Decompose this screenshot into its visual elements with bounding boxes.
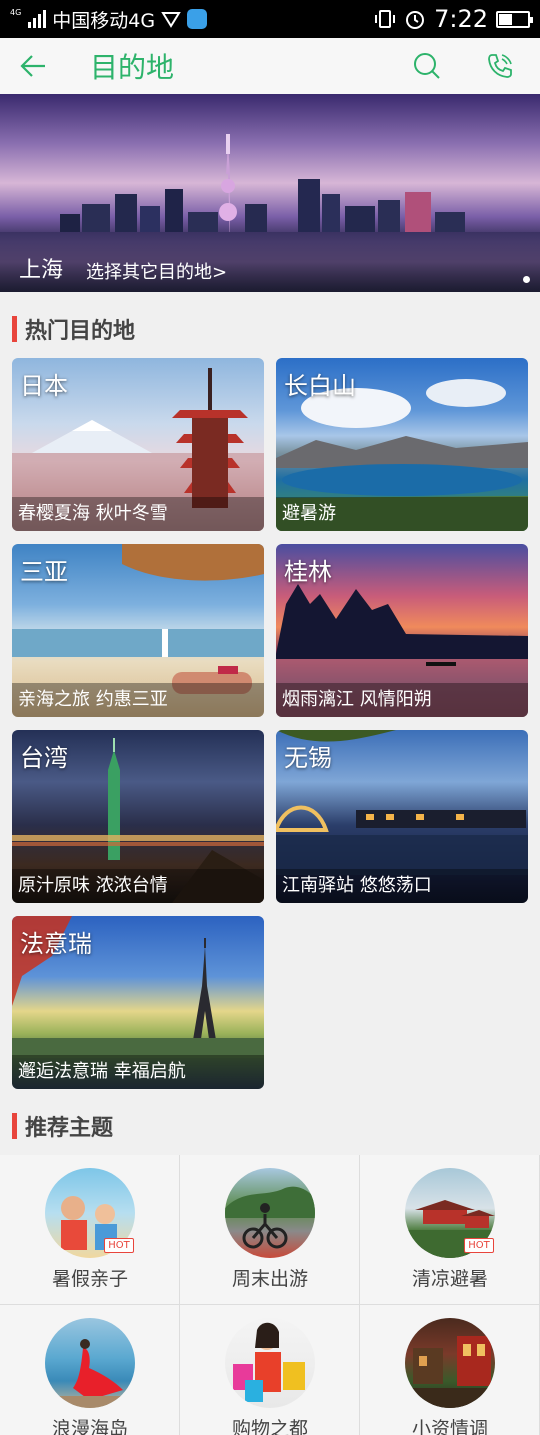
network-type-label: 4G	[10, 8, 22, 17]
battery-icon	[496, 10, 533, 28]
carousel-indicator	[523, 276, 530, 283]
vibrate-icon	[375, 10, 396, 28]
theme-item-romantic-island[interactable]: 浪漫海岛	[0, 1305, 180, 1435]
destination-subtitle: 烟雨漓江 风情阳朔	[282, 689, 432, 710]
recommended-themes-header: 推荐主题	[0, 1103, 540, 1149]
cafe-icon	[405, 1318, 495, 1408]
skyline-image	[60, 134, 465, 244]
destination-card-france-italy-switzerland[interactable]: 法意瑞 邂逅法意瑞 幸福启航	[12, 916, 264, 1089]
app-notification-icon	[187, 9, 208, 29]
phone-icon[interactable]	[480, 38, 520, 94]
clock: 7:22	[434, 5, 488, 33]
top-app-bar: 目的地	[0, 38, 540, 94]
section-accent-bar	[12, 1113, 17, 1139]
island-icon	[45, 1318, 135, 1408]
section-title: 热门目的地	[25, 319, 136, 344]
status-bar: 4G 中国移动4G 7:22	[0, 0, 540, 38]
theme-item-petty-bourgeois[interactable]: 小资情调	[360, 1305, 540, 1435]
theme-item-shopping-capital[interactable]: 购物之都	[180, 1305, 360, 1435]
signal-icon	[28, 10, 47, 28]
hot-badge: HOT	[464, 1238, 494, 1253]
hot-badge: HOT	[104, 1238, 134, 1253]
carrier-label: 中国移动4G	[52, 9, 156, 32]
back-arrow-icon[interactable]	[20, 38, 70, 94]
theme-label: 浪漫海岛	[51, 1418, 128, 1435]
theme-item-weekend-trip[interactable]: 周末出游	[180, 1155, 360, 1305]
destination-title: 日本	[20, 372, 68, 400]
destination-title: 桂林	[284, 558, 332, 586]
select-other-destination-link[interactable]: 选择其它目的地>	[86, 258, 227, 284]
destination-card-taiwan[interactable]: 台湾 原汁原味 浓浓台情	[12, 730, 264, 903]
alarm-icon	[406, 11, 425, 29]
theme-label: 周末出游	[231, 1268, 308, 1290]
destination-card-sanya[interactable]: 三亚 亲海之旅 约惠三亚	[12, 544, 264, 717]
theme-label: 购物之都	[231, 1418, 308, 1435]
destination-subtitle: 邂逅法意瑞 幸福启航	[18, 1061, 186, 1082]
destination-card-changbaishan[interactable]: 长白山 避暑游	[276, 358, 528, 531]
section-accent-bar	[12, 316, 17, 342]
destination-title: 台湾	[20, 744, 68, 772]
theme-item-summer-family[interactable]: HOT 暑假亲子	[0, 1155, 180, 1305]
destination-subtitle: 亲海之旅 约惠三亚	[18, 689, 168, 710]
theme-label: 清凉避暑	[411, 1268, 488, 1290]
theme-grid: HOT 暑假亲子 周末出游 HOT 清凉避暑 浪漫海岛 购物之都 小资情调	[0, 1155, 540, 1435]
theme-label: 暑假亲子	[51, 1268, 128, 1290]
destination-title: 法意瑞	[20, 930, 92, 958]
destination-subtitle: 避暑游	[282, 503, 336, 524]
destination-title: 无锡	[284, 744, 332, 772]
destination-subtitle: 春樱夏海 秋叶冬雪	[18, 503, 168, 524]
theme-label: 小资情调	[411, 1418, 488, 1435]
destination-card-japan[interactable]: 日本 春樱夏海 秋叶冬雪	[12, 358, 264, 531]
section-title: 推荐主题	[25, 1116, 114, 1141]
destination-title: 三亚	[20, 558, 68, 586]
hero-banner[interactable]: 上海 选择其它目的地>	[0, 94, 540, 292]
current-city: 上海	[19, 258, 64, 283]
destination-card-wuxi[interactable]: 无锡 江南驿站 悠悠荡口	[276, 730, 528, 903]
page-title: 目的地	[90, 51, 175, 84]
search-icon[interactable]	[407, 38, 447, 94]
destination-card-guilin[interactable]: 桂林 烟雨漓江 风情阳朔	[276, 544, 528, 717]
hero-caption-bar	[0, 242, 540, 292]
cyclist-icon	[225, 1168, 315, 1258]
destination-subtitle: 江南驿站 悠悠荡口	[282, 875, 432, 896]
shopping-icon	[225, 1318, 315, 1408]
hot-destinations-header: 热门目的地	[0, 306, 540, 352]
destination-title: 长白山	[284, 372, 356, 400]
destination-subtitle: 原汁原味 浓浓台情	[18, 875, 168, 896]
wifi-icon	[161, 12, 181, 28]
theme-item-cool-summer[interactable]: HOT 清凉避暑	[360, 1155, 540, 1305]
